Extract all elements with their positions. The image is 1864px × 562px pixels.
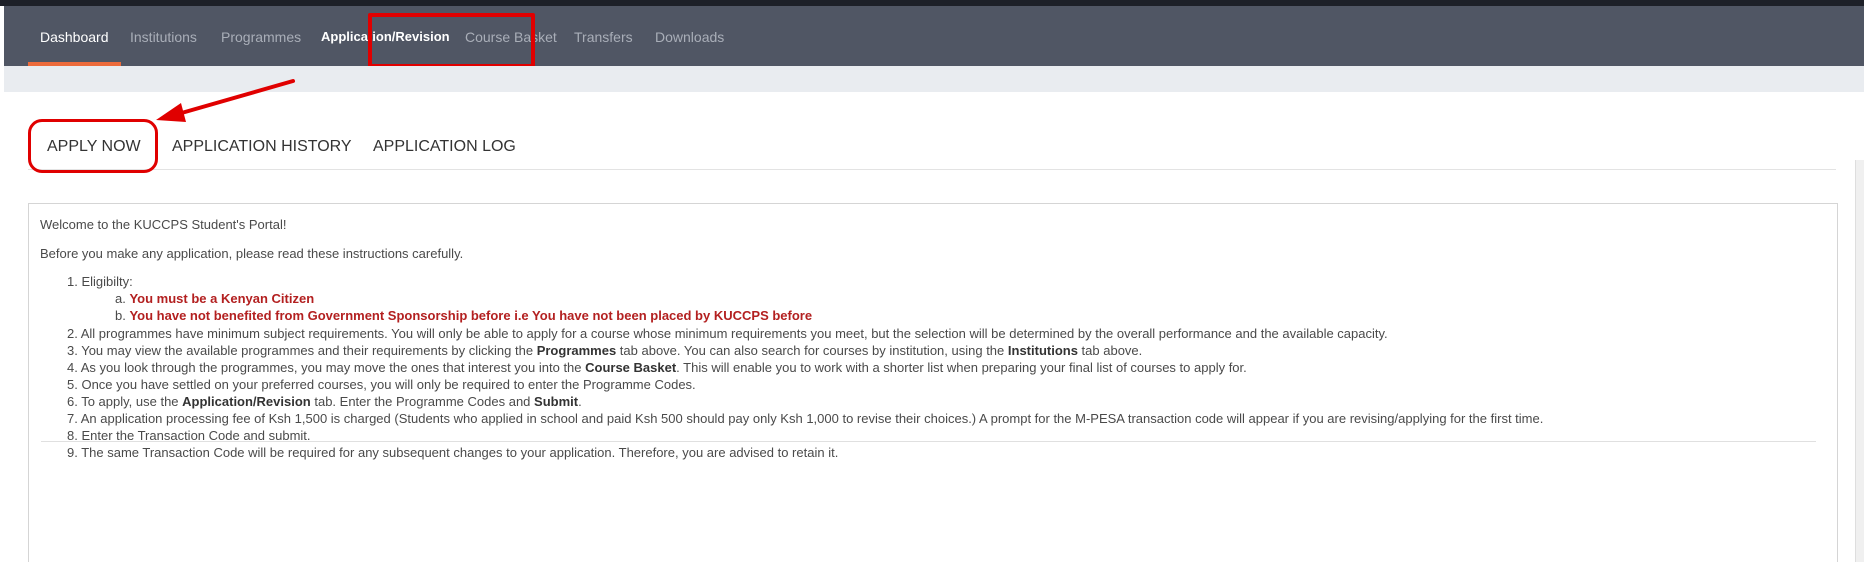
- instruction-1b: b. You have not benefited from Governmen…: [115, 308, 812, 323]
- page-scrollbar[interactable]: [1855, 160, 1864, 562]
- list-marker: b.: [115, 308, 126, 323]
- instruction-4-text: . This will enable you to work with a sh…: [676, 360, 1247, 375]
- instruction-2: 2. All programmes have minimum subject r…: [67, 326, 1388, 341]
- instruction-6-text: .: [578, 394, 582, 409]
- instruction-5: 5. Once you have settled on your preferr…: [67, 377, 696, 392]
- course-basket-keyword: Course Basket: [585, 360, 677, 375]
- application-revision-keyword: Application/Revision: [182, 394, 311, 409]
- list-marker: a.: [115, 291, 126, 306]
- instruction-6-text: 6. To apply, use the: [67, 394, 183, 409]
- instruction-3-text: 3. You may view the available programmes…: [67, 343, 537, 358]
- instruction-9: 9. The same Transaction Code will be req…: [67, 445, 839, 460]
- panel-divider: [41, 441, 1816, 442]
- instruction-6-text: tab. Enter the Programme Codes and: [310, 394, 535, 409]
- eligibility-citizen-text: You must be a Kenyan Citizen: [129, 291, 315, 306]
- instruction-3: 3. You may view the available programmes…: [67, 343, 1142, 358]
- instruction-3-text: tab above. You can also search for cours…: [616, 343, 1008, 358]
- submit-keyword: Submit: [534, 394, 579, 409]
- instruction-3-text: tab above.: [1077, 343, 1143, 358]
- programmes-keyword: Programmes: [536, 343, 617, 358]
- instruction-4-text: 4. As you look through the programmes, y…: [67, 360, 586, 375]
- instruction-1: 1. Eligibilty:: [67, 274, 133, 289]
- intro-text: Before you make any application, please …: [40, 246, 464, 261]
- instruction-1a: a. You must be a Kenyan Citizen: [115, 291, 314, 306]
- instruction-6: 6. To apply, use the Application/Revisio…: [67, 394, 582, 409]
- annotation-highlight-application-revision: [368, 13, 535, 68]
- instructions-panel: Welcome to the KUCCPS Student's Portal! …: [28, 203, 1838, 562]
- eligibility-sponsorship-text: You have not benefited from Government S…: [129, 308, 813, 323]
- welcome-text: Welcome to the KUCCPS Student's Portal!: [40, 217, 287, 232]
- institutions-keyword: Institutions: [1007, 343, 1078, 358]
- nav-downloads[interactable]: Downloads: [655, 6, 724, 66]
- tab-application-history[interactable]: APPLICATION HISTORY: [172, 138, 352, 156]
- nav-transfers[interactable]: Transfers: [574, 6, 633, 66]
- instruction-7: 7. An application processing fee of Ksh …: [67, 411, 1544, 426]
- tab-application-log[interactable]: APPLICATION LOG: [373, 138, 516, 156]
- instruction-4: 4. As you look through the programmes, y…: [67, 360, 1247, 375]
- annotation-arrow-icon: [156, 79, 295, 122]
